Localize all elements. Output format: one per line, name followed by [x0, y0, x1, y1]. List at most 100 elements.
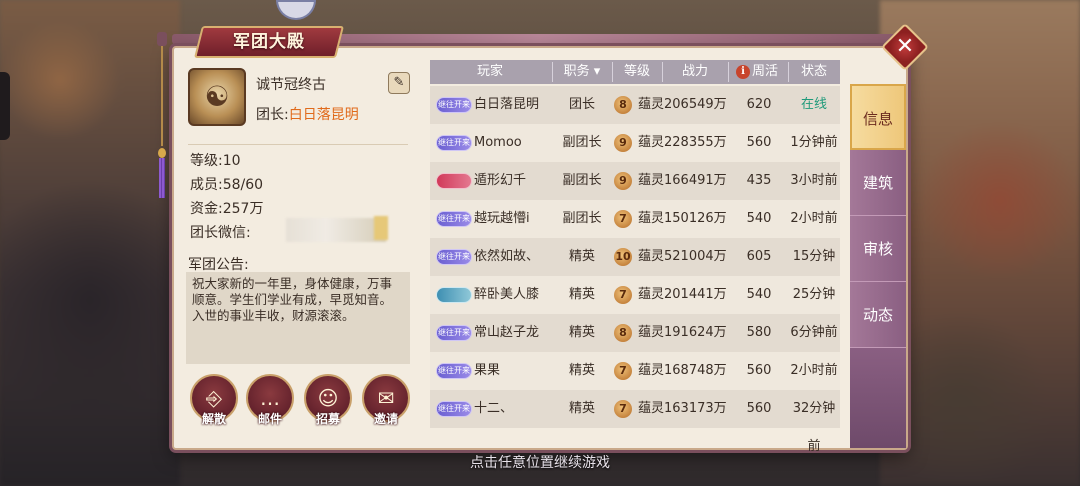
player-power: 蕴灵166491万: [638, 173, 727, 188]
table-row[interactable]: 继往开来 常山赵子龙 精英 8 蕴灵191624万 580 6分钟前: [430, 314, 840, 352]
player-name[interactable]: Momoo: [474, 124, 554, 162]
guild-level: 等级:10: [190, 153, 241, 169]
title-badge: [436, 287, 472, 303]
redacted-wechat: [286, 218, 386, 242]
table-row[interactable]: 继往开来 越玩越懵i 副团长 7 蕴灵150126万 540 2小时前: [430, 200, 840, 238]
player-weekly: 560: [746, 401, 772, 416]
player-name[interactable]: 依然如故、: [474, 238, 554, 276]
player-power: 蕴灵168748万: [638, 363, 727, 378]
redacted-mark: [374, 216, 388, 240]
tab-review[interactable]: 审核: [850, 216, 906, 282]
title-badge: 继往开来: [436, 249, 472, 265]
title-badge: 继往开来: [436, 325, 472, 341]
player-weekly: 620: [746, 97, 772, 112]
player-name[interactable]: 常山赵子龙: [474, 314, 554, 352]
guild-members: 成员:58/60: [190, 177, 264, 193]
player-status: 2小时前: [790, 363, 838, 378]
player-power: 蕴灵201441万: [638, 287, 727, 302]
player-name[interactable]: 醉卧美人膝: [474, 276, 554, 314]
header-weekly[interactable]: i 周活: [728, 60, 786, 84]
top-ornament: [276, 0, 316, 20]
member-table: 玩家 职务 ▾ 等级 战力 i 周活 状态 继往开来 白日落昆明 团长 8 蕴灵20654…: [430, 60, 840, 454]
tab-info[interactable]: 信息: [850, 84, 906, 150]
guild-leader: 团长:白日落昆明: [256, 104, 359, 124]
player-role: 精英: [568, 249, 595, 264]
player-name[interactable]: 果果: [474, 352, 554, 390]
tab-buildings[interactable]: 建筑: [850, 150, 906, 216]
player-weekly: 560: [746, 363, 772, 378]
player-status: 2小时前: [790, 211, 838, 226]
chevron-down-icon: ▾: [589, 64, 601, 79]
player-weekly: 540: [746, 211, 772, 226]
player-role: 副团长: [562, 211, 602, 226]
level-badge-icon: 8: [614, 324, 632, 342]
player-status: 32分钟前: [792, 401, 836, 454]
invite-letter-icon: ✉: [377, 386, 395, 410]
level-badge-icon: 8: [614, 96, 632, 114]
tab-activity[interactable]: 动态: [850, 282, 906, 348]
background-right: [880, 0, 1080, 486]
table-row[interactable]: 继往开来 Momoo 副团长 9 蕴灵228355万 560 1分钟前: [430, 124, 840, 162]
header-power: 战力: [681, 64, 708, 79]
table-row[interactable]: 继往开来 果果 精英 7 蕴灵168748万 560 2小时前: [430, 352, 840, 390]
table-row[interactable]: 继往开来依然如故、精英 10 蕴灵521004万 605 15分钟前: [430, 238, 840, 302]
guild-name: 诚节冠终古: [256, 77, 326, 93]
player-role: 副团长: [562, 173, 602, 188]
continue-hint[interactable]: 点击任意位置继续游戏: [0, 452, 1080, 472]
table-header: 玩家 职务 ▾ 等级 战力 i 周活 状态: [430, 60, 840, 84]
player-role: 副团长: [562, 135, 602, 150]
player-name[interactable]: 十二、: [474, 390, 554, 428]
invite-label: 邀请: [373, 412, 398, 426]
table-row[interactable]: 遁形幻千 副团长 9 蕴灵166491万 435 3小时前: [430, 162, 840, 200]
title-badge: 继往开来: [436, 363, 472, 379]
mail-bubble-icon: …: [260, 386, 280, 410]
close-icon[interactable]: ✕: [888, 30, 922, 64]
tabs-filler: [850, 348, 906, 448]
notice-text: 祝大家新的一年里，身体健康，万事顺意。学生们学业有成，早觅知音。入世的事业丰收，…: [186, 272, 410, 364]
header-role[interactable]: 职务 ▾: [554, 60, 610, 84]
player-weekly: 540: [746, 287, 772, 302]
leader-wechat: 团长微信:: [190, 225, 251, 241]
panel-title: 军团大殿: [233, 32, 305, 52]
player-power: 蕴灵191624万: [638, 325, 727, 340]
player-name[interactable]: 白日落昆明: [474, 86, 554, 124]
header-player: 玩家: [476, 64, 503, 79]
player-power: 蕴灵206549万: [638, 97, 727, 112]
guild-info: ☯ 诚节冠终古 ✎ 团长:白日落昆明 等级:10 成员:58/60 资金:257…: [182, 56, 412, 440]
table-row[interactable]: 继往开来 白日落昆明 团长 8 蕴灵206549万 620 在线: [430, 86, 840, 124]
leader-label: 团长:: [256, 107, 289, 123]
player-name[interactable]: 遁形幻千: [474, 162, 554, 200]
edit-pencil-icon[interactable]: ✎: [388, 72, 410, 94]
player-status: 25分钟前: [792, 287, 836, 340]
player-role: 精英: [568, 287, 595, 302]
header-level: 等级: [623, 64, 650, 79]
player-status: 15分钟前: [792, 249, 836, 302]
player-power: 蕴灵163173万: [638, 401, 727, 416]
player-status: 1分钟前: [790, 135, 838, 150]
player-status: 在线: [800, 97, 827, 112]
side-handle[interactable]: [0, 72, 10, 140]
title-badge: 继往开来: [436, 97, 472, 113]
background-left: [0, 0, 180, 486]
info-icon[interactable]: i: [735, 64, 750, 79]
level-badge-icon: 7: [614, 286, 632, 304]
player-name[interactable]: 越玩越懵i: [474, 200, 554, 238]
door-exit-icon: ⎆: [206, 386, 222, 410]
player-weekly: 605: [746, 249, 772, 264]
header-status: 状态: [800, 64, 827, 79]
player-weekly: 560: [746, 135, 772, 150]
guild-funds: 资金:257万: [190, 201, 264, 217]
recruit-person-icon: ☺: [317, 386, 339, 410]
leader-name[interactable]: 白日落昆明: [289, 107, 359, 123]
player-weekly: 435: [746, 173, 772, 188]
level-badge-icon: 7: [614, 362, 632, 380]
title-badge: 继往开来: [436, 401, 472, 417]
dragon-emblem-icon: ☯: [204, 80, 230, 113]
player-status: 3小时前: [790, 173, 838, 188]
player-power: 蕴灵521004万: [638, 249, 727, 264]
player-power: 蕴灵150126万: [638, 211, 727, 226]
table-row[interactable]: 继往开来 十二、 精英 7 蕴灵163173万 560 32分钟前: [430, 390, 840, 454]
player-power: 蕴灵228355万: [638, 135, 727, 150]
table-row[interactable]: 醉卧美人膝精英 7 蕴灵201441万 540 25分钟前: [430, 276, 840, 340]
player-role: 精英: [568, 401, 595, 416]
